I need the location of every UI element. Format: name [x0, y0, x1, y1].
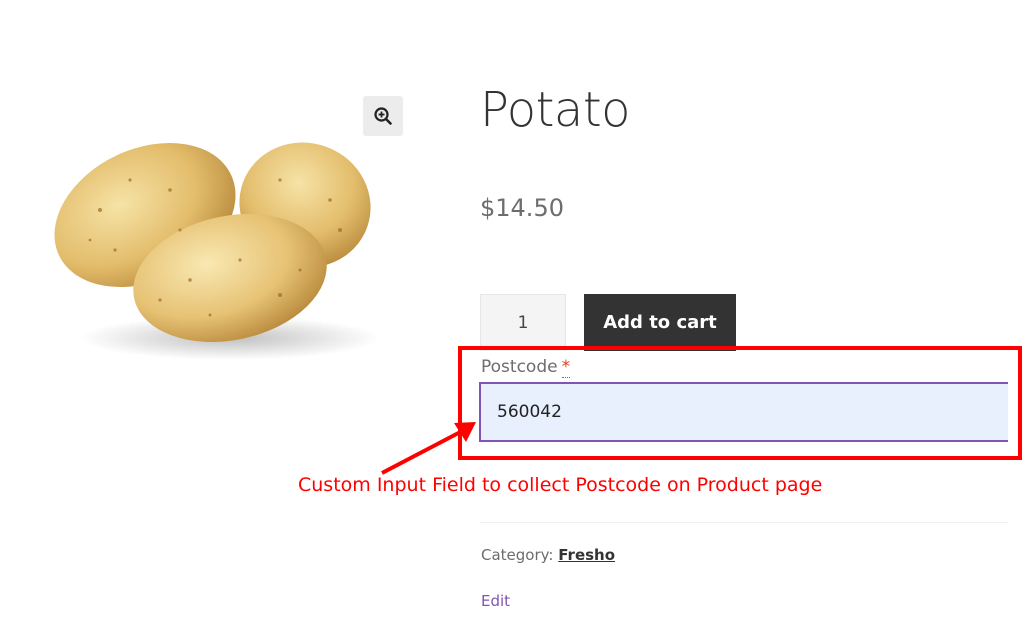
annotation-text: Custom Input Field to collect Postcode o… — [298, 474, 823, 496]
zoom-in-icon — [374, 107, 392, 125]
category-link[interactable]: Fresho — [558, 546, 615, 564]
product-category: Category: Fresho — [481, 546, 615, 564]
category-label: Category: — [481, 546, 554, 564]
add-to-cart-button[interactable]: Add to cart — [584, 294, 736, 351]
postcode-input[interactable]: 560042 — [479, 382, 1008, 442]
product-image — [40, 120, 380, 370]
product-price: $14.50 — [480, 194, 564, 222]
divider — [480, 522, 1008, 523]
annotation-arrow — [381, 422, 476, 475]
postcode-label: Postcode * — [481, 357, 571, 378]
quantity-input[interactable]: 1 — [480, 294, 566, 351]
required-marker: * — [561, 357, 571, 378]
postcode-label-text: Postcode — [481, 357, 558, 377]
product-title: Potato — [480, 82, 631, 138]
edit-link[interactable]: Edit — [481, 592, 510, 610]
zoom-button[interactable] — [363, 96, 403, 136]
